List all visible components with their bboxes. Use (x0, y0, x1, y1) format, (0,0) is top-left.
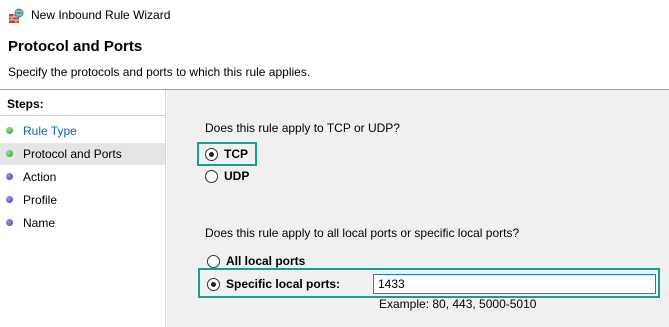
specific-ports-radio-option[interactable]: Specific local ports: (207, 276, 357, 294)
all-ports-radio[interactable] (207, 255, 220, 268)
ports-question: Does this rule apply to all local ports … (205, 226, 520, 240)
page-title: Protocol and Ports (8, 38, 143, 55)
step-complete-icon (6, 150, 13, 157)
step-pending-icon (6, 173, 13, 180)
udp-radio[interactable] (205, 170, 218, 183)
step-label: Action (23, 170, 57, 184)
steps-pane: Steps: Rule Type Protocol and Ports Acti… (0, 90, 166, 327)
step-label: Protocol and Ports (23, 147, 122, 161)
page-subtitle: Specify the protocols and ports to which… (8, 65, 311, 79)
tcp-radio-option[interactable]: TCP (205, 146, 265, 164)
step-complete-icon (6, 127, 13, 134)
window-title: New Inbound Rule Wizard (31, 8, 171, 22)
step-profile: Profile (0, 189, 165, 211)
step-label[interactable]: Rule Type (23, 124, 77, 138)
steps-divider (0, 115, 166, 116)
udp-label[interactable]: UDP (224, 169, 249, 183)
wizard-header: Protocol and Ports Specify the protocols… (0, 32, 669, 88)
title-bar: New Inbound Rule Wizard (0, 0, 669, 32)
protocol-question: Does this rule apply to TCP or UDP? (205, 121, 400, 135)
udp-radio-option[interactable]: UDP (205, 168, 265, 186)
firewall-globe-icon (9, 8, 24, 23)
specific-ports-label[interactable]: Specific local ports: (226, 277, 340, 291)
step-pending-icon (6, 219, 13, 226)
ports-example-hint: Example: 80, 443, 5000-5010 (379, 297, 537, 311)
main-content: Does this rule apply to TCP or UDP? TCP … (167, 90, 669, 327)
tcp-radio[interactable] (205, 148, 218, 161)
step-label: Profile (23, 193, 58, 207)
all-ports-label[interactable]: All local ports (226, 254, 305, 268)
step-label: Name (23, 216, 56, 230)
specific-ports-input[interactable] (373, 274, 656, 294)
step-name: Name (0, 212, 165, 234)
step-action: Action (0, 166, 165, 188)
step-rule-type[interactable]: Rule Type (0, 120, 165, 142)
tcp-label[interactable]: TCP (224, 147, 248, 161)
step-protocol-and-ports[interactable]: Protocol and Ports (0, 143, 165, 165)
steps-heading: Steps: (7, 97, 44, 111)
specific-ports-radio[interactable] (207, 278, 220, 291)
step-pending-icon (6, 196, 13, 203)
